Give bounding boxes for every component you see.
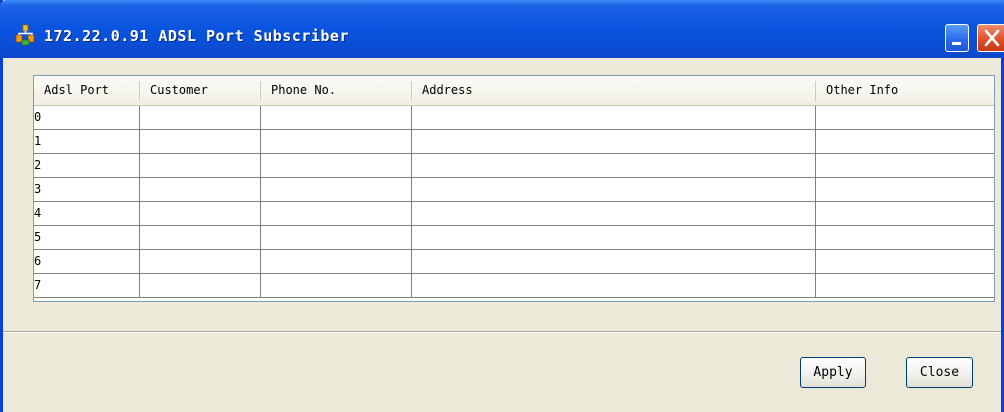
column-header-adsl-port[interactable]: Adsl Port bbox=[34, 76, 139, 105]
table-row[interactable]: 6 bbox=[34, 250, 994, 274]
cell-address[interactable] bbox=[412, 250, 816, 273]
cell-phone-no[interactable] bbox=[261, 202, 412, 225]
cell-address[interactable] bbox=[412, 130, 816, 153]
cell-phone-no[interactable] bbox=[261, 106, 412, 129]
minimize-button[interactable] bbox=[945, 24, 969, 52]
cell-address[interactable] bbox=[412, 154, 816, 177]
table-row[interactable]: 0 bbox=[34, 106, 994, 130]
cell-phone-no[interactable] bbox=[261, 178, 412, 201]
cell-customer[interactable] bbox=[140, 274, 261, 297]
cell-adsl-port[interactable]: 1 bbox=[34, 130, 140, 153]
cell-adsl-port[interactable]: 4 bbox=[34, 202, 140, 225]
column-header-address[interactable]: Address bbox=[412, 76, 815, 105]
window-title: 172.22.0.91 ADSL Port Subscriber bbox=[44, 27, 349, 45]
cell-address[interactable] bbox=[412, 178, 816, 201]
table-row[interactable]: 2 bbox=[34, 154, 994, 178]
table-row[interactable]: 5 bbox=[34, 226, 994, 250]
cell-adsl-port[interactable]: 6 bbox=[34, 250, 140, 273]
cell-customer[interactable] bbox=[140, 106, 261, 129]
cell-phone-no[interactable] bbox=[261, 250, 412, 273]
cell-other-info[interactable] bbox=[816, 250, 994, 273]
minimize-icon bbox=[952, 42, 961, 45]
cell-other-info[interactable] bbox=[816, 274, 994, 297]
cell-other-info[interactable] bbox=[816, 130, 994, 153]
cell-phone-no[interactable] bbox=[261, 226, 412, 249]
cell-phone-no[interactable] bbox=[261, 130, 412, 153]
cell-address[interactable] bbox=[412, 106, 816, 129]
cell-customer[interactable] bbox=[140, 226, 261, 249]
table-header: Adsl Port Customer Phone No. Address Oth… bbox=[34, 76, 994, 106]
dialog-body: Adsl Port Customer Phone No. Address Oth… bbox=[3, 58, 1001, 412]
cell-address[interactable] bbox=[412, 202, 816, 225]
cell-customer[interactable] bbox=[140, 202, 261, 225]
column-header-customer[interactable]: Customer bbox=[140, 76, 260, 105]
app-icon bbox=[15, 24, 35, 46]
cell-customer[interactable] bbox=[140, 178, 261, 201]
cell-address[interactable] bbox=[412, 226, 816, 249]
column-header-phone-no[interactable]: Phone No. bbox=[261, 76, 411, 105]
cell-customer[interactable] bbox=[140, 130, 261, 153]
close-button[interactable]: Close bbox=[906, 357, 973, 388]
close-window-button[interactable] bbox=[977, 24, 1004, 52]
cell-adsl-port[interactable]: 0 bbox=[34, 106, 140, 129]
cell-other-info[interactable] bbox=[816, 178, 994, 201]
table-row[interactable]: 1 bbox=[34, 130, 994, 154]
apply-button[interactable]: Apply bbox=[800, 357, 866, 388]
cell-adsl-port[interactable]: 3 bbox=[34, 178, 140, 201]
footer-divider bbox=[3, 331, 1001, 333]
cell-address[interactable] bbox=[412, 274, 816, 297]
cell-phone-no[interactable] bbox=[261, 274, 412, 297]
subscriber-table: Adsl Port Customer Phone No. Address Oth… bbox=[33, 75, 995, 302]
table-row[interactable]: 4 bbox=[34, 202, 994, 226]
title-bar[interactable]: 172.22.0.91 ADSL Port Subscriber bbox=[0, 0, 1004, 58]
cell-adsl-port[interactable]: 5 bbox=[34, 226, 140, 249]
cell-adsl-port[interactable]: 2 bbox=[34, 154, 140, 177]
cell-other-info[interactable] bbox=[816, 202, 994, 225]
cell-other-info[interactable] bbox=[816, 226, 994, 249]
cell-customer[interactable] bbox=[140, 154, 261, 177]
column-header-other-info[interactable]: Other Info bbox=[816, 76, 994, 105]
dialog-window: 172.22.0.91 ADSL Port Subscriber Adsl Po… bbox=[0, 0, 1004, 412]
cell-customer[interactable] bbox=[140, 250, 261, 273]
cell-adsl-port[interactable]: 7 bbox=[34, 274, 140, 297]
table-row[interactable]: 7 bbox=[34, 274, 994, 298]
cell-other-info[interactable] bbox=[816, 106, 994, 129]
close-icon bbox=[984, 29, 1000, 47]
cell-other-info[interactable] bbox=[816, 154, 994, 177]
table-body: 0 1 2 3 4 5 6 7 bbox=[34, 106, 994, 298]
cell-phone-no[interactable] bbox=[261, 154, 412, 177]
table-row[interactable]: 3 bbox=[34, 178, 994, 202]
